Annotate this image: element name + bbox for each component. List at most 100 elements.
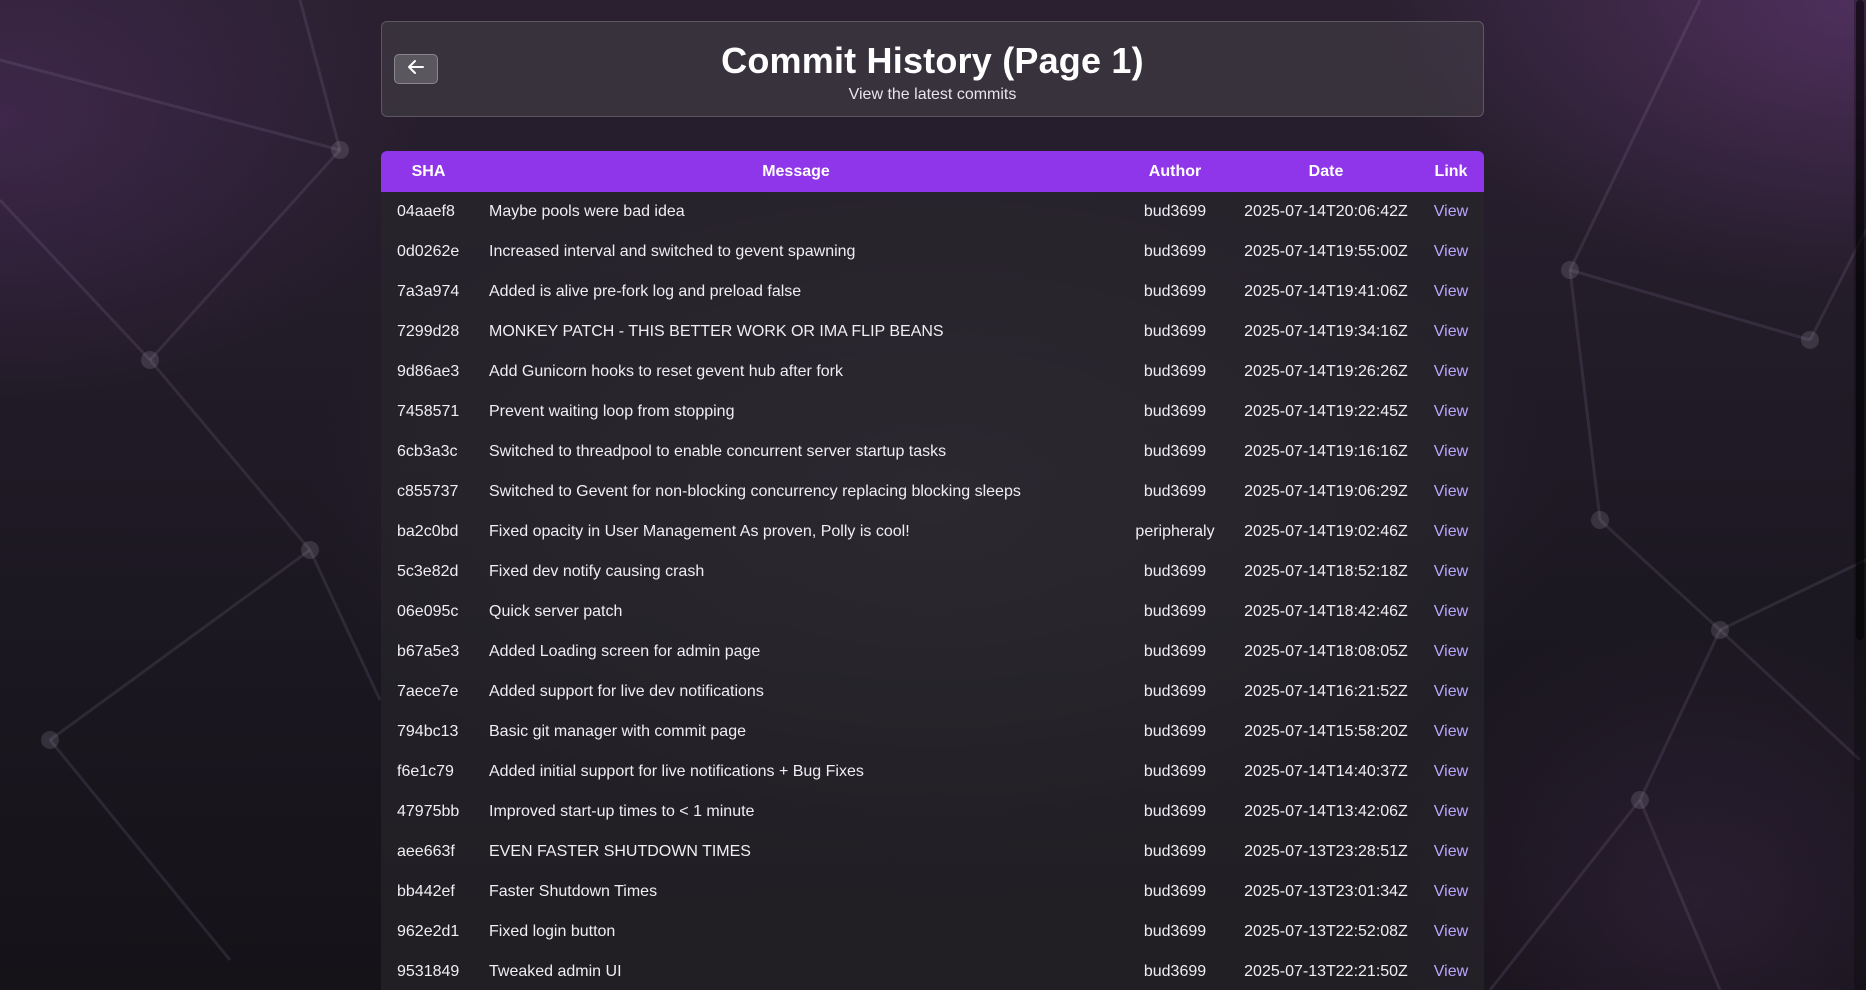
page-scrollbar[interactable] [1854,0,1866,990]
commit-author: bud3699 [1143,563,1207,580]
commit-message: Fixed dev notify causing crash [489,563,705,580]
commit-message: EVEN FASTER SHUTDOWN TIMES [489,843,751,860]
commit-author: bud3699 [1143,843,1207,860]
commit-date: 2025-07-13T23:28:51Z [1244,843,1408,860]
view-commit-link[interactable]: View [1434,723,1468,740]
commit-message: Add Gunicorn hooks to reset gevent hub a… [489,363,843,380]
view-commit-link[interactable]: View [1434,843,1468,860]
commit-link-cell: View [1418,752,1484,792]
commit-sha: 5c3e82d [397,563,459,580]
view-commit-link[interactable]: View [1434,323,1468,340]
commit-date: 2025-07-13T22:21:50Z [1244,963,1408,980]
view-commit-link[interactable]: View [1434,683,1468,700]
table-row: c855737 Switched to Gevent for non-blocki… [381,472,1484,512]
commit-sha: 7a3a974 [397,283,460,300]
view-commit-link[interactable]: View [1434,363,1468,380]
table-row: 6cb3a3c Switched to threadpool to enable … [381,432,1484,472]
view-commit-link[interactable]: View [1434,563,1468,580]
commit-sha: b67a5e3 [397,643,460,660]
commit-sha: bb442ef [397,883,455,900]
commit-author: bud3699 [1143,443,1207,460]
table-row: 9d86ae3 Add Gunicorn hooks to reset geven… [381,352,1484,392]
view-commit-link[interactable]: View [1434,403,1468,420]
commit-message: MONKEY PATCH - THIS BETTER WORK OR IMA F… [489,323,944,340]
commit-date: 2025-07-13T22:52:08Z [1244,923,1408,940]
commit-link-cell: View [1418,592,1484,632]
view-commit-link[interactable]: View [1434,883,1468,900]
view-commit-link[interactable]: View [1434,763,1468,780]
commit-date: 2025-07-14T15:58:20Z [1244,723,1408,740]
commit-date: 2025-07-13T23:01:34Z [1244,883,1408,900]
view-commit-link[interactable]: View [1434,963,1468,980]
commit-sha: ba2c0bd [397,523,459,540]
commit-message: Basic git manager with commit page [489,723,746,740]
view-commit-link[interactable]: View [1434,203,1468,220]
commit-date: 2025-07-14T19:41:06Z [1244,283,1408,300]
scrollbar-thumb[interactable] [1856,0,1864,640]
table-row: 7a3a974 Added is alive pre-fork log and p… [381,272,1484,312]
commit-author: bud3699 [1143,803,1207,820]
page-title: Commit History (Page 1) [721,40,1144,81]
table-row: 04aaef8 Maybe pools were bad idea bud3699 2… [381,192,1484,232]
table-header: SHA Message Author Date Link [381,151,1484,192]
commit-sha: 9d86ae3 [397,363,460,380]
commit-sha: 47975bb [397,803,460,820]
table-row: 0d0262e Increased interval and switched t… [381,232,1484,272]
view-commit-link[interactable]: View [1434,443,1468,460]
column-header-link: Link [1434,162,1468,180]
commit-link-cell: View [1418,672,1484,712]
table-header-row: SHA Message Author Date Link [381,151,1484,192]
commit-date: 2025-07-14T19:02:46Z [1244,523,1408,540]
view-commit-link[interactable]: View [1434,923,1468,940]
commit-author: bud3699 [1143,723,1207,740]
commit-message: Increased interval and switched to geven… [489,243,856,260]
commit-sha: 6cb3a3c [397,443,458,460]
commit-author: bud3699 [1143,363,1207,380]
commit-link-cell: View [1418,552,1484,592]
commit-author: bud3699 [1143,483,1207,500]
commit-author: bud3699 [1143,323,1207,340]
commit-sha: 9531849 [397,963,460,980]
table-row: aee663f EVEN FASTER SHUTDOWN TIMES bud3699… [381,832,1484,872]
commit-link-cell: View [1418,712,1484,752]
view-commit-link[interactable]: View [1434,523,1468,540]
view-commit-link[interactable]: View [1434,803,1468,820]
commit-sha: aee663f [397,843,455,860]
commit-message: Fixed login button [489,923,616,940]
commit-author: bud3699 [1143,883,1207,900]
commit-table: SHA Message Author Date Link 04aaef8 Mayb… [381,151,1484,990]
commit-date: 2025-07-14T18:08:05Z [1244,643,1408,660]
commit-date: 2025-07-14T20:06:42Z [1244,203,1408,220]
view-commit-link[interactable]: View [1434,603,1468,620]
commit-message: Prevent waiting loop from stopping [489,403,735,420]
table-row: 9531849 Tweaked admin UI bud3699 2025-07-13… [381,952,1484,990]
commit-link-cell: View [1418,352,1484,392]
view-commit-link[interactable]: View [1434,243,1468,260]
table-row: 794bc13 Basic git manager with commit pag… [381,712,1484,752]
commit-message: Added support for live dev notifications [489,683,764,700]
commit-message: Faster Shutdown Times [489,883,658,900]
table-row: 7458571 Prevent waiting loop from stoppin… [381,392,1484,432]
commit-date: 2025-07-14T19:06:29Z [1244,483,1408,500]
commit-message: Added initial support for live notificat… [489,763,864,780]
table-row: bb442ef Faster Shutdown Times bud3699 2025-… [381,872,1484,912]
table-row: ba2c0bd Fixed opacity in User Management … [381,512,1484,552]
view-commit-link[interactable]: View [1434,283,1468,300]
commit-link-cell: View [1418,392,1484,432]
view-commit-link[interactable]: View [1434,483,1468,500]
commit-date: 2025-07-14T19:22:45Z [1244,403,1408,420]
commit-sha: 04aaef8 [397,203,455,220]
table-row: b67a5e3 Added Loading screen for admin pa… [381,632,1484,672]
table-row: 962e2d1 Fixed login button bud3699 2025-07-… [381,912,1484,952]
commit-sha: 7458571 [397,403,460,420]
table-row: 5c3e82d Fixed dev notify causing crash bud… [381,552,1484,592]
column-header-sha: SHA [411,162,446,180]
commit-author: bud3699 [1143,203,1207,220]
table-row: f6e1c79 Added initial support for live no… [381,752,1484,792]
view-commit-link[interactable]: View [1434,643,1468,660]
commit-sha: 06e095c [397,603,459,620]
commit-link-cell: View [1418,872,1484,912]
column-header-message: Message [762,162,830,180]
commit-sha: 0d0262e [397,243,460,260]
column-header-date: Date [1308,162,1344,180]
